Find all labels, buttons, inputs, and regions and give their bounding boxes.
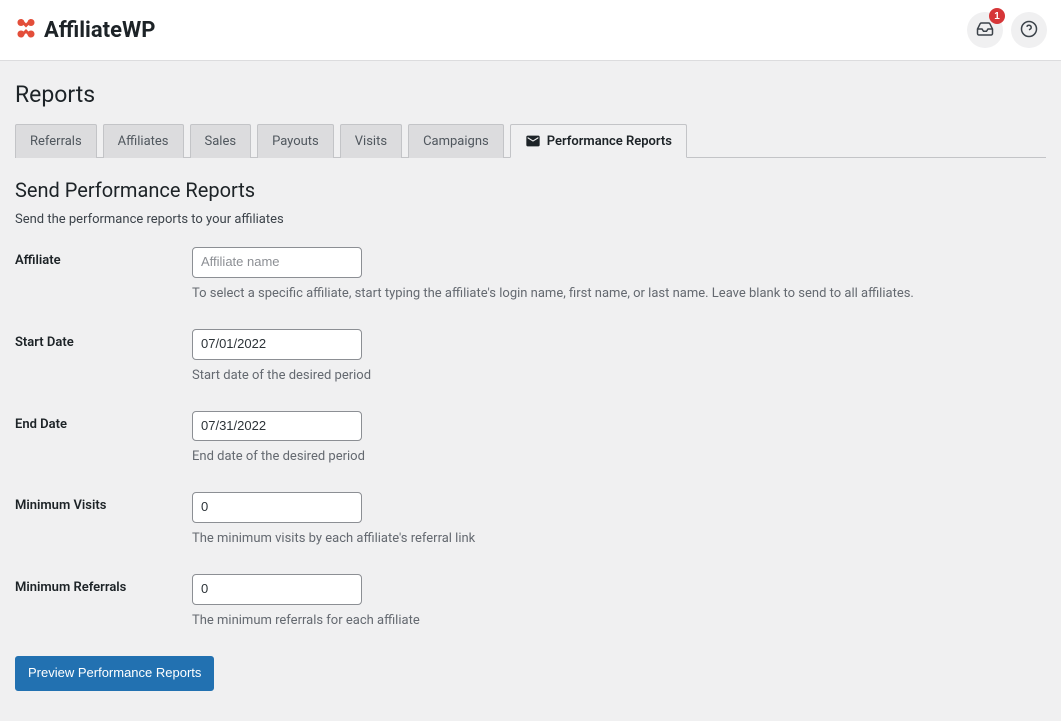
affiliate-input[interactable]: [192, 247, 362, 278]
tab-referrals[interactable]: Referrals: [15, 124, 97, 158]
tab-label: Performance Reports: [547, 134, 672, 149]
row-affiliate: Affiliate To select a specific affiliate…: [15, 247, 1046, 301]
min-referrals-input[interactable]: [192, 574, 362, 605]
help-end-date: End date of the desired period: [192, 449, 1046, 464]
label-min-referrals: Minimum Referrals: [15, 580, 126, 595]
label-end-date: End Date: [15, 417, 67, 432]
tab-payouts[interactable]: Payouts: [257, 124, 334, 158]
inbox-button[interactable]: 1: [967, 12, 1003, 48]
tab-campaigns[interactable]: Campaigns: [408, 124, 504, 158]
help-start-date: Start date of the desired period: [192, 368, 1046, 383]
preview-reports-button[interactable]: Preview Performance Reports: [15, 656, 214, 691]
help-icon: [1020, 20, 1038, 41]
label-start-date: Start Date: [15, 335, 74, 350]
header-bar: AffiliateWP 1: [0, 0, 1061, 61]
row-end-date: End Date End date of the desired period: [15, 411, 1046, 465]
inbox-icon: [976, 20, 994, 41]
help-affiliate: To select a specific affiliate, start ty…: [192, 286, 1046, 301]
start-date-input[interactable]: [192, 329, 362, 360]
page-title: Reports: [15, 81, 1046, 108]
row-min-visits: Minimum Visits The minimum visits by eac…: [15, 492, 1046, 546]
tab-affiliates[interactable]: Affiliates: [103, 124, 184, 158]
min-visits-input[interactable]: [192, 492, 362, 523]
inbox-badge: 1: [989, 8, 1005, 24]
envelope-icon: [525, 133, 541, 149]
row-start-date: Start Date Start date of the desired per…: [15, 329, 1046, 383]
label-min-visits: Minimum Visits: [15, 498, 106, 513]
brand-name: AffiliateWP: [44, 18, 155, 43]
section-desc: Send the performance reports to your aff…: [15, 212, 1046, 227]
row-min-referrals: Minimum Referrals The minimum referrals …: [15, 574, 1046, 628]
tab-performance-reports[interactable]: Performance Reports: [510, 124, 687, 158]
section-title: Send Performance Reports: [15, 178, 1046, 202]
tabs: Referrals Affiliates Sales Payouts Visit…: [15, 124, 1046, 158]
brand-logo: AffiliateWP: [14, 16, 155, 44]
content-area: Reports Referrals Affiliates Sales Payou…: [0, 61, 1061, 721]
help-min-visits: The minimum visits by each affiliate's r…: [192, 531, 1046, 546]
help-button[interactable]: [1011, 12, 1047, 48]
tab-visits[interactable]: Visits: [340, 124, 402, 158]
tab-sales[interactable]: Sales: [190, 124, 252, 158]
help-min-referrals: The minimum referrals for each affiliate: [192, 613, 1046, 628]
label-affiliate: Affiliate: [15, 253, 61, 268]
end-date-input[interactable]: [192, 411, 362, 442]
header-actions: 1: [967, 12, 1047, 48]
affiliatewp-icon: [14, 16, 38, 44]
